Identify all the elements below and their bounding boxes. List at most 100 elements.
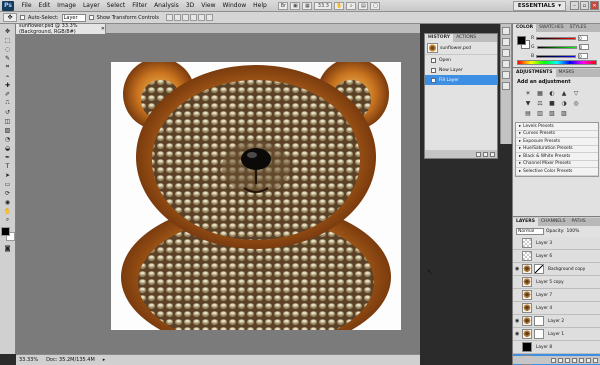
mini-bridge-icon[interactable]: ▣ xyxy=(290,1,301,10)
clone-source-dock-icon[interactable] xyxy=(502,60,510,68)
new-adjustment-icon[interactable] xyxy=(572,357,577,363)
preset-item[interactable]: ▸ Selective Color Presets xyxy=(516,168,598,176)
adjustment-icon[interactable]: ◑ xyxy=(559,99,569,107)
tab-masks[interactable]: MASKS xyxy=(556,69,578,77)
adjustment-icon[interactable]: ▥ xyxy=(535,109,545,117)
layer-name[interactable]: Layer 5 copy xyxy=(536,280,564,285)
history-item[interactable]: New Layer xyxy=(425,65,497,75)
align-top-icon[interactable] xyxy=(165,14,173,21)
visibility-eye-icon[interactable] xyxy=(515,254,520,259)
channel-slider[interactable] xyxy=(536,54,577,58)
type-tool-icon[interactable]: T xyxy=(2,162,14,170)
move-tool-icon[interactable]: ✥ xyxy=(2,27,14,35)
tab-swatches[interactable]: SWATCHES xyxy=(536,24,567,32)
layer-name[interactable]: Layer 8 xyxy=(536,345,552,350)
zoom-tool-icon[interactable]: ⌕ xyxy=(2,216,14,224)
auto-select-checkbox[interactable] xyxy=(20,15,25,20)
layer-row[interactable]: ◉ Layer 1 xyxy=(513,328,600,341)
quick-select-tool-icon[interactable]: ✎ xyxy=(2,54,14,62)
adjustment-icon[interactable]: ▲ xyxy=(559,89,569,97)
layer-row[interactable]: Layer 6 xyxy=(513,250,600,263)
snapshot-icon[interactable] xyxy=(483,151,488,157)
screen-mode-icon[interactable]: ▢ xyxy=(370,1,381,10)
channel-value-field[interactable]: 0 xyxy=(578,35,589,41)
document-canvas[interactable] xyxy=(111,62,401,330)
foreground-color-swatch[interactable] xyxy=(0,227,10,236)
canvas-area[interactable]: ↖ xyxy=(16,34,433,354)
preset-item[interactable]: ▸ Black & White Presets xyxy=(516,153,598,161)
menu-item[interactable]: Filter xyxy=(129,0,151,12)
visibility-eye-icon[interactable]: ◉ xyxy=(515,318,520,324)
preset-item[interactable]: ▸ Hue/Saturation Presets xyxy=(516,146,598,153)
minimize-button[interactable]: – xyxy=(570,1,579,10)
color-swatches[interactable] xyxy=(0,227,15,241)
crop-tool-icon[interactable]: ⌗ xyxy=(2,63,14,71)
layer-name[interactable]: Layer 3 xyxy=(536,241,552,246)
layer-name[interactable]: Layer 7 xyxy=(536,293,552,298)
visibility-eye-icon[interactable]: ◉ xyxy=(515,266,520,272)
tab-color[interactable]: COLOR xyxy=(513,24,537,32)
color-fg-swatch[interactable] xyxy=(517,36,526,45)
layer-name[interactable]: Background copy xyxy=(548,267,585,272)
add-mask-icon[interactable] xyxy=(565,357,570,363)
channel-value-field[interactable]: 0 xyxy=(578,44,589,50)
menu-item[interactable]: Help xyxy=(250,0,271,12)
history-item[interactable]: Open xyxy=(425,55,497,65)
brush-tool-icon[interactable]: ✐ xyxy=(2,90,14,98)
healing-brush-tool-icon[interactable]: ✚ xyxy=(2,81,14,89)
arrange-documents-icon[interactable]: ▤ xyxy=(358,1,369,10)
auto-select-dropdown[interactable]: Layer xyxy=(61,13,86,22)
actions-dock-icon[interactable] xyxy=(502,38,510,46)
character-dock-icon[interactable] xyxy=(502,71,510,79)
adjustment-icon[interactable]: ▧ xyxy=(547,109,557,117)
visibility-eye-icon[interactable]: ◉ xyxy=(515,331,520,337)
path-select-tool-icon[interactable]: ➤ xyxy=(2,171,14,179)
layer-row[interactable]: ◉ Background copy xyxy=(513,263,600,276)
menu-item[interactable]: Edit xyxy=(35,0,54,12)
gradient-tool-icon[interactable]: ▨ xyxy=(2,126,14,134)
close-button[interactable]: ✕ xyxy=(590,1,599,10)
tab-channels[interactable]: CHANNELS xyxy=(538,218,569,226)
3d-camera-tool-icon[interactable]: ◉ xyxy=(2,198,14,206)
align-left-icon[interactable] xyxy=(189,14,197,21)
history-item[interactable]: Fill Layer xyxy=(425,75,497,85)
visibility-eye-icon[interactable] xyxy=(515,345,520,350)
layer-style-icon[interactable] xyxy=(558,357,563,363)
3d-rotate-tool-icon[interactable]: ⟳ xyxy=(2,189,14,197)
status-arrow-icon[interactable]: ▸ xyxy=(103,357,106,363)
align-middle-icon[interactable] xyxy=(173,14,181,21)
brush-dock-icon[interactable] xyxy=(502,49,510,57)
new-layer-icon[interactable] xyxy=(586,357,591,363)
paragraph-dock-icon[interactable] xyxy=(502,82,510,90)
channel-value-field[interactable]: 0 xyxy=(578,53,589,59)
menu-item[interactable]: 3D xyxy=(182,0,197,12)
adjustment-icon[interactable]: ■ xyxy=(547,99,557,107)
clone-stamp-tool-icon[interactable]: ⎍ xyxy=(2,99,14,107)
new-document-icon[interactable] xyxy=(476,151,481,157)
adjustment-icon[interactable]: ▼ xyxy=(523,99,533,107)
adjustment-icon[interactable]: ▦ xyxy=(535,89,545,97)
tab-paths[interactable]: PATHS xyxy=(569,218,589,226)
opacity-value[interactable]: 100% xyxy=(567,229,580,234)
maximize-button[interactable]: ▫ xyxy=(580,1,589,10)
history-brush-tool-icon[interactable]: ↺ xyxy=(2,108,14,116)
link-layers-icon[interactable] xyxy=(551,357,556,363)
show-transform-checkbox[interactable] xyxy=(88,15,94,20)
hand-icon[interactable]: ✋ xyxy=(334,1,345,10)
move-tool-preset-icon[interactable]: ✥ xyxy=(3,13,17,22)
align-right-icon[interactable] xyxy=(205,14,213,21)
layer-name[interactable]: Layer 6 xyxy=(536,254,552,259)
lasso-tool-icon[interactable]: ◌ xyxy=(2,45,14,53)
menu-item[interactable]: Layer xyxy=(79,0,103,12)
zoom-icon[interactable]: ⌕ xyxy=(346,1,357,10)
preset-item[interactable]: ▸ Exposure Presets xyxy=(516,138,598,146)
shape-tool-icon[interactable]: ▭ xyxy=(2,180,14,188)
visibility-eye-icon[interactable] xyxy=(515,306,520,311)
adjustment-icon[interactable]: ▤ xyxy=(523,109,533,117)
visibility-eye-icon[interactable] xyxy=(515,280,520,285)
layer-row[interactable]: ◉ Layer 2 xyxy=(513,315,600,328)
tab-actions[interactable]: ACTIONS xyxy=(453,34,479,42)
blend-mode-dropdown[interactable]: Normal xyxy=(516,228,544,235)
blur-tool-icon[interactable]: ◔ xyxy=(2,135,14,143)
history-dock-icon[interactable] xyxy=(502,27,510,35)
